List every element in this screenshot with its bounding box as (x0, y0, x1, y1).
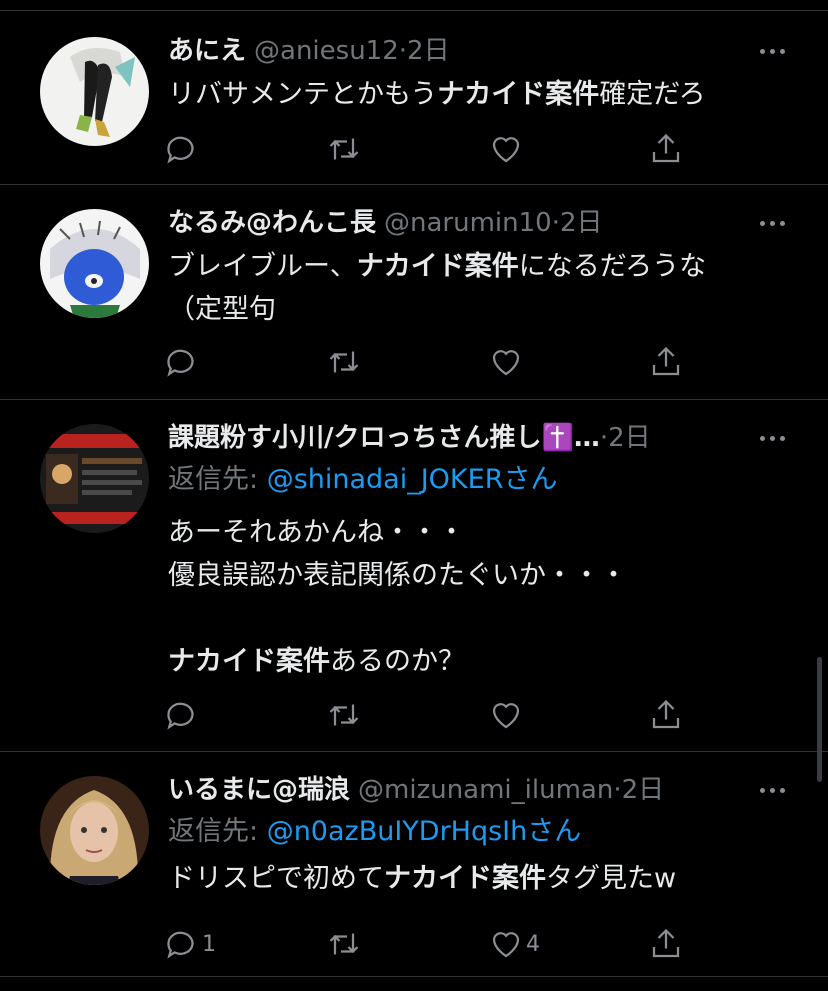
retweet-icon (329, 138, 359, 160)
tweet-header: 課題粉す小川/クロっちさん推し✝️…·2日 (168, 418, 768, 458)
heart-icon (492, 703, 520, 729)
share-icon (652, 699, 680, 729)
retweet-icon (329, 351, 359, 373)
separator-dot: · (398, 36, 408, 66)
like-button[interactable]: 4 (488, 924, 540, 964)
retweet-button[interactable] (326, 129, 362, 169)
heart-icon (492, 350, 520, 376)
tweet-header: なるみ@わんこ長 @narumin10·2日 (168, 203, 768, 243)
tweet-3[interactable]: 課題粉す小川/クロっちさん推し✝️…·2日 返信先: @shinadai_JOK… (0, 400, 828, 752)
share-button[interactable] (648, 342, 684, 382)
retweet-button[interactable] (326, 924, 362, 964)
user-handle[interactable]: @aniesu12 (254, 36, 399, 66)
retweet-icon (329, 704, 359, 726)
timestamp[interactable]: 2日 (407, 36, 450, 66)
tweet-text: リバサメンテとかもうナカイド案件確定だろ (168, 79, 706, 110)
avatar[interactable] (40, 209, 149, 318)
reply-icon (167, 931, 194, 959)
like-button[interactable] (488, 129, 526, 169)
like-button[interactable] (488, 695, 526, 735)
like-count: 4 (526, 931, 540, 957)
more-icon[interactable] (758, 785, 788, 795)
share-icon (652, 346, 680, 376)
reply-button[interactable] (164, 342, 202, 382)
display-name[interactable]: いるまに@瑞浪 (168, 775, 350, 805)
like-button[interactable] (488, 342, 526, 382)
reply-button[interactable] (164, 695, 202, 735)
tweet-1[interactable]: あにえ @aniesu12·2日 リバサメンテとかもうナカイド案件確定だろ (0, 11, 828, 185)
user-handle[interactable]: @narumin10 (384, 208, 552, 238)
more-icon[interactable] (758, 433, 788, 443)
reply-mention-link[interactable]: @shinadai_JOKERさん (267, 464, 558, 495)
retweet-icon (329, 933, 359, 955)
reply-count: 1 (202, 931, 216, 957)
tweet-header: あにえ @aniesu12·2日 (168, 31, 768, 71)
separator-dot: · (551, 208, 560, 238)
user-handle[interactable]: @mizunami_iluman (358, 775, 613, 805)
tweet-text: あーそれあかんね・・・ 優良誤認か表記関係のたぐいか・・・ ナカイド案件あるのか… (168, 517, 627, 677)
separator-dot: · (613, 775, 622, 805)
reply-icon (167, 349, 194, 377)
avatar[interactable] (40, 776, 149, 885)
tweet-actions (164, 695, 704, 735)
display-name[interactable]: 課題粉す小川/クロっちさん推し✝️… (168, 423, 600, 453)
share-icon (652, 928, 680, 958)
tweet-actions (164, 342, 704, 382)
reply-button[interactable]: 1 (164, 924, 216, 964)
reply-icon (167, 136, 194, 164)
timestamp[interactable]: 2日 (622, 775, 665, 805)
tweet-2[interactable]: なるみ@わんこ長 @narumin10·2日 ブレイブルー、ナカイド案件になるだろ… (0, 185, 828, 400)
display-name[interactable]: あにえ (168, 36, 246, 66)
share-button[interactable] (648, 695, 684, 735)
share-icon (652, 133, 680, 163)
more-icon[interactable] (758, 218, 788, 228)
tweet-header: いるまに@瑞浪 @mizunami_iluman·2日 (168, 770, 768, 810)
timestamp[interactable]: 2日 (560, 208, 603, 238)
more-icon[interactable] (758, 46, 788, 56)
reply-button[interactable] (164, 129, 202, 169)
share-button[interactable] (648, 129, 684, 169)
share-button[interactable] (648, 924, 684, 964)
replying-to: 返信先: @shinadai_JOKERさん (168, 464, 558, 495)
reply-mention-link[interactable]: @n0azBuIYDrHqsIhさん (267, 816, 582, 847)
avatar[interactable] (40, 424, 149, 533)
heart-icon (492, 137, 520, 163)
tweet-4[interactable]: いるまに@瑞浪 @mizunami_iluman·2日 返信先: @n0azBuI… (0, 752, 828, 977)
retweet-button[interactable] (326, 695, 362, 735)
avatar[interactable] (40, 37, 149, 146)
tweet-text: ドリスピで初めてナカイド案件タグ見たw (168, 863, 677, 894)
tweet-actions: 1 4 (164, 924, 704, 964)
replying-to: 返信先: @n0azBuIYDrHqsIhさん (168, 816, 582, 847)
separator-dot: · (599, 423, 609, 453)
retweet-button[interactable] (326, 342, 362, 382)
timestamp[interactable]: 2日 (608, 423, 651, 453)
tweet-text: ブレイブルー、ナカイド案件になるだろうな （定型句 (168, 251, 707, 325)
display-name[interactable]: なるみ@わんこ長 (168, 208, 376, 238)
reply-icon (167, 702, 194, 730)
tweet-actions (164, 129, 704, 169)
heart-icon (492, 932, 520, 958)
scrollbar[interactable] (817, 657, 822, 782)
